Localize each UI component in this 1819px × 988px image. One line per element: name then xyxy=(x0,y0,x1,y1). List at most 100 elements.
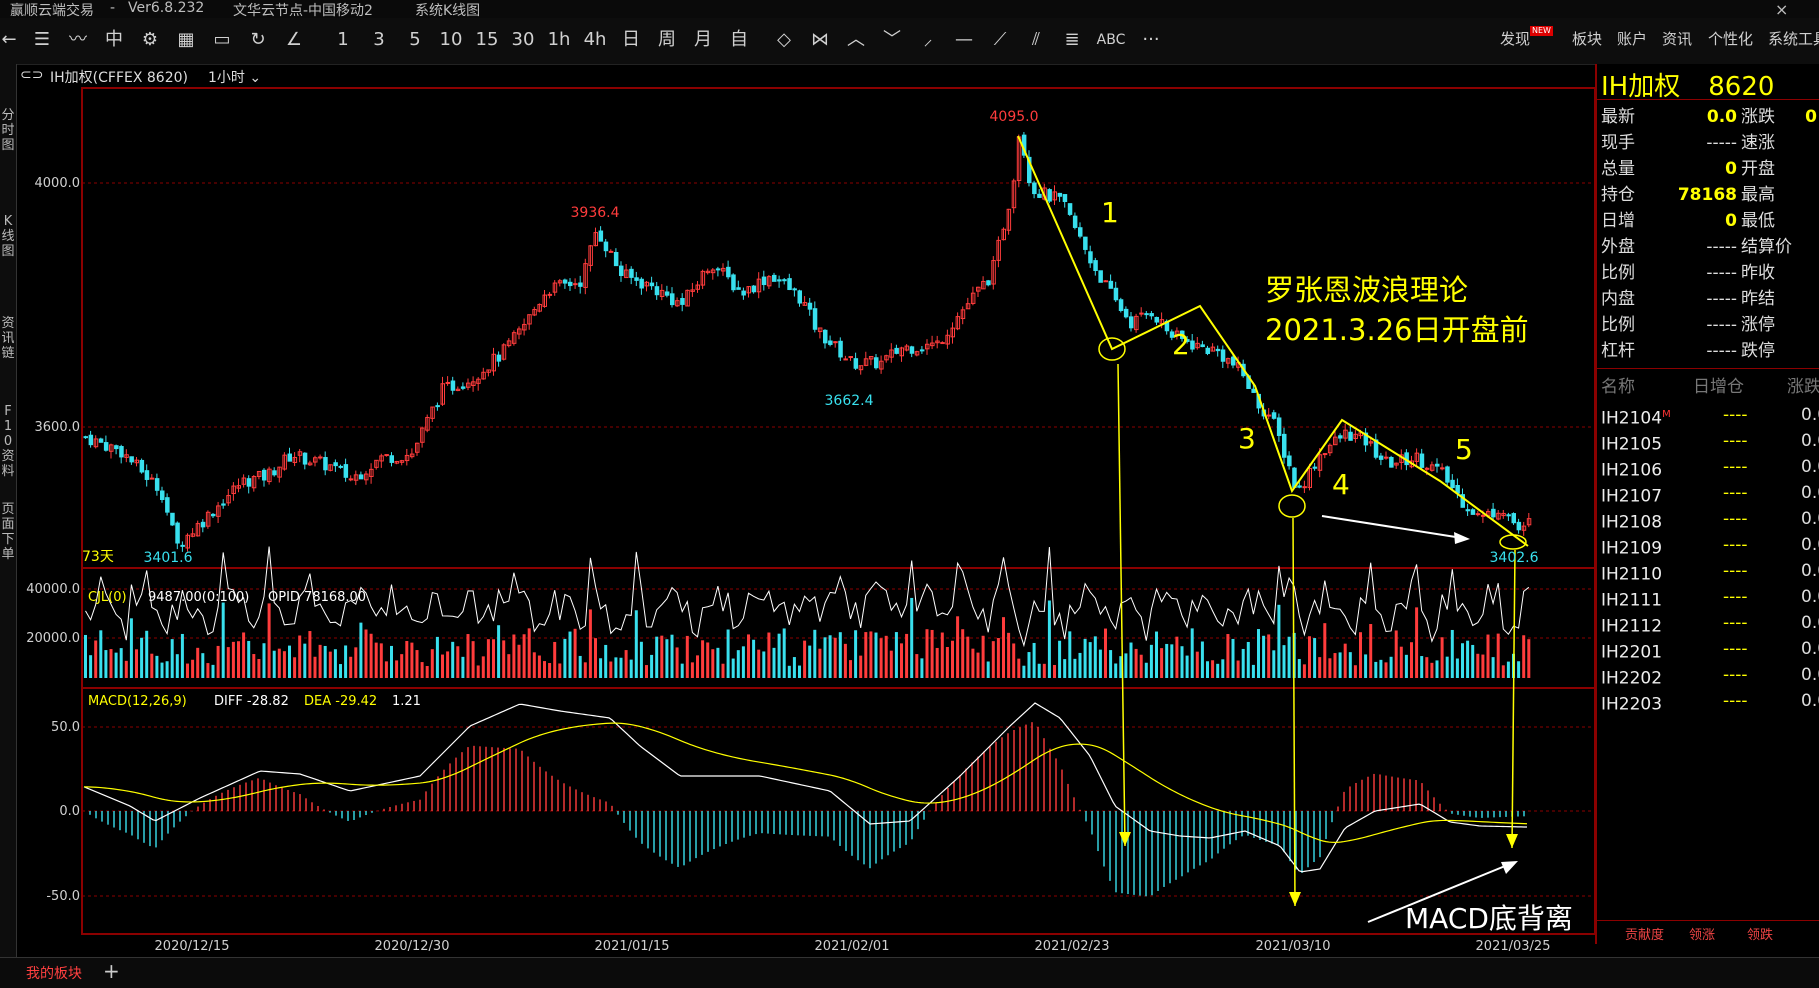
grid-icon[interactable]: ▦ xyxy=(172,26,200,54)
period-7-button[interactable]: 1h xyxy=(544,26,574,54)
candlestick-icon[interactable]: 中 xyxy=(100,26,128,54)
close-icon[interactable]: × xyxy=(1775,0,1788,19)
volume-bar xyxy=(1374,661,1378,678)
period-9-button[interactable]: 日 xyxy=(616,26,646,54)
volume-bar xyxy=(1139,654,1143,678)
down-icon[interactable]: ﹀ xyxy=(878,26,906,54)
candle-body xyxy=(828,340,833,345)
line-chart-icon[interactable]: 〰 xyxy=(64,26,92,54)
kline-chart[interactable]: 4000.0 3600.0 40000.0 20000.0 50.0 0.0 -50.0 20… xyxy=(0,86,1595,957)
link-icon[interactable]: ⊂⊃ xyxy=(20,67,43,83)
save-icon[interactable]: ▭ xyxy=(208,26,236,54)
volume-bar xyxy=(1047,600,1051,678)
volume-bar xyxy=(1246,641,1250,678)
candle-body xyxy=(1450,479,1455,489)
period-1-button[interactable]: 1 xyxy=(328,26,358,54)
volume-bar xyxy=(1450,629,1454,678)
col-chg-header[interactable]: 涨跌 xyxy=(1787,374,1819,400)
candle-body xyxy=(777,279,782,282)
contract-row[interactable]: IH2107 ---- 0.0 xyxy=(1597,480,1819,507)
period-4-button[interactable]: 10 xyxy=(436,26,466,54)
hline-icon[interactable]: — xyxy=(950,26,978,54)
contract-row[interactable]: IH2110 ---- 0.0 xyxy=(1597,558,1819,585)
channel-icon[interactable]: ⫽ xyxy=(1022,26,1050,54)
period-6-button[interactable]: 30 xyxy=(508,26,538,54)
panel-tabs: 贡献度 领涨 领跌 xyxy=(1597,920,1819,943)
candle-body xyxy=(562,279,568,284)
contract-row[interactable]: IH2203 ---- 0.0 xyxy=(1597,688,1819,715)
volume-bar xyxy=(665,639,669,678)
left-right-icon[interactable]: ◇ xyxy=(770,26,798,54)
contract-row[interactable]: IH2112 ---- 0.0 xyxy=(1597,610,1819,637)
volume-bar xyxy=(864,632,868,678)
volume-bar xyxy=(889,650,893,678)
volume-bar xyxy=(267,603,271,678)
period-10-button[interactable]: 周 xyxy=(652,26,682,54)
volume-bar xyxy=(986,661,990,678)
period-2-button[interactable]: 3 xyxy=(364,26,394,54)
my-block-tab[interactable]: 我的板块 xyxy=(26,963,82,983)
menu-item-5[interactable]: 系统工具 xyxy=(1768,28,1819,49)
volume-bar xyxy=(573,628,577,678)
tab-leading-down[interactable]: 领跌 xyxy=(1747,924,1773,943)
refresh-icon[interactable]: ↻ xyxy=(244,26,272,54)
segment-icon[interactable]: ⟋ xyxy=(986,26,1014,54)
candle-body xyxy=(1470,509,1476,515)
col-name-header[interactable]: 名称 xyxy=(1601,374,1635,400)
contract-row[interactable]: IH2104M ---- 0.0 xyxy=(1597,402,1819,429)
volume-bar xyxy=(1445,656,1449,678)
back-icon[interactable]: ← xyxy=(0,26,18,54)
volume-bar xyxy=(379,643,383,678)
menu-item-2[interactable]: 账户 xyxy=(1617,28,1647,49)
volume-bar xyxy=(527,628,531,678)
x-tick-label: 2021/02/23 xyxy=(1035,939,1110,954)
volume-bar xyxy=(415,650,419,678)
dashline-icon[interactable]: ⸝ xyxy=(914,26,942,54)
quote-value-right xyxy=(1787,182,1817,208)
period-12-button[interactable]: 自 xyxy=(724,26,754,54)
volume-bar xyxy=(594,638,597,678)
up-icon[interactable]: ︿ xyxy=(842,26,870,54)
candle-body xyxy=(1108,280,1114,289)
abc-button[interactable]: ABC xyxy=(1094,26,1128,54)
period-8-button[interactable]: 4h xyxy=(580,26,610,54)
contract-row[interactable]: IH2111 ---- 0.0 xyxy=(1597,584,1819,611)
tab-leading-up[interactable]: 领涨 xyxy=(1689,924,1715,943)
volume-bar xyxy=(910,597,914,678)
contract-row[interactable]: IH2202 ---- 0.0 xyxy=(1597,662,1819,689)
x-tick-label: 2021/02/01 xyxy=(815,939,890,954)
zoom-icon[interactable]: ⋈ xyxy=(806,26,834,54)
menu-item-4[interactable]: 个性化 xyxy=(1708,28,1753,49)
symbol-label[interactable]: IH加权(CFFEX 8620) xyxy=(50,67,188,87)
col-inc-header[interactable]: 日增仓 xyxy=(1693,374,1744,400)
volume-bar xyxy=(706,642,710,678)
contract-row[interactable]: IH2201 ---- 0.0 xyxy=(1597,636,1819,663)
tab-contribution[interactable]: 贡献度 xyxy=(1625,924,1664,943)
indicator-icon[interactable]: ⚙ xyxy=(136,26,164,54)
candle-body xyxy=(103,442,109,451)
contract-inc: ---- xyxy=(1723,509,1748,529)
list-icon[interactable]: ☰ xyxy=(28,26,56,54)
period-5-button[interactable]: 15 xyxy=(472,26,502,54)
contract-name: IH2111 xyxy=(1601,590,1663,611)
candle-body xyxy=(1113,287,1119,301)
candle-body xyxy=(639,278,644,289)
more-icon[interactable]: ··· xyxy=(1134,26,1168,54)
menu-item-3[interactable]: 资讯 xyxy=(1662,28,1692,49)
volume-bar xyxy=(277,648,281,678)
text-icon[interactable]: ≣ xyxy=(1058,26,1086,54)
period-3-button[interactable]: 5 xyxy=(400,26,430,54)
draw-icon[interactable]: ∠ xyxy=(280,26,308,54)
period-selector[interactable]: 1小时 ⌄ xyxy=(208,67,261,87)
contract-row[interactable]: IH2106 ---- 0.0 xyxy=(1597,454,1819,481)
add-block-button[interactable]: + xyxy=(103,959,120,983)
period-11-button[interactable]: 月 xyxy=(688,26,718,54)
contract-row[interactable]: IH2108 ---- 0.0 xyxy=(1597,506,1819,533)
menu-item-1[interactable]: 板块 xyxy=(1572,28,1602,49)
price-label-l3: 3402.6 xyxy=(1490,550,1539,566)
menu-item-0[interactable]: 发现 xyxy=(1500,28,1530,49)
volume-bar xyxy=(374,642,378,678)
candle-body xyxy=(619,265,624,277)
contract-row[interactable]: IH2109 ---- 0.0 xyxy=(1597,532,1819,559)
contract-row[interactable]: IH2105 ---- 0.0 xyxy=(1597,428,1819,455)
